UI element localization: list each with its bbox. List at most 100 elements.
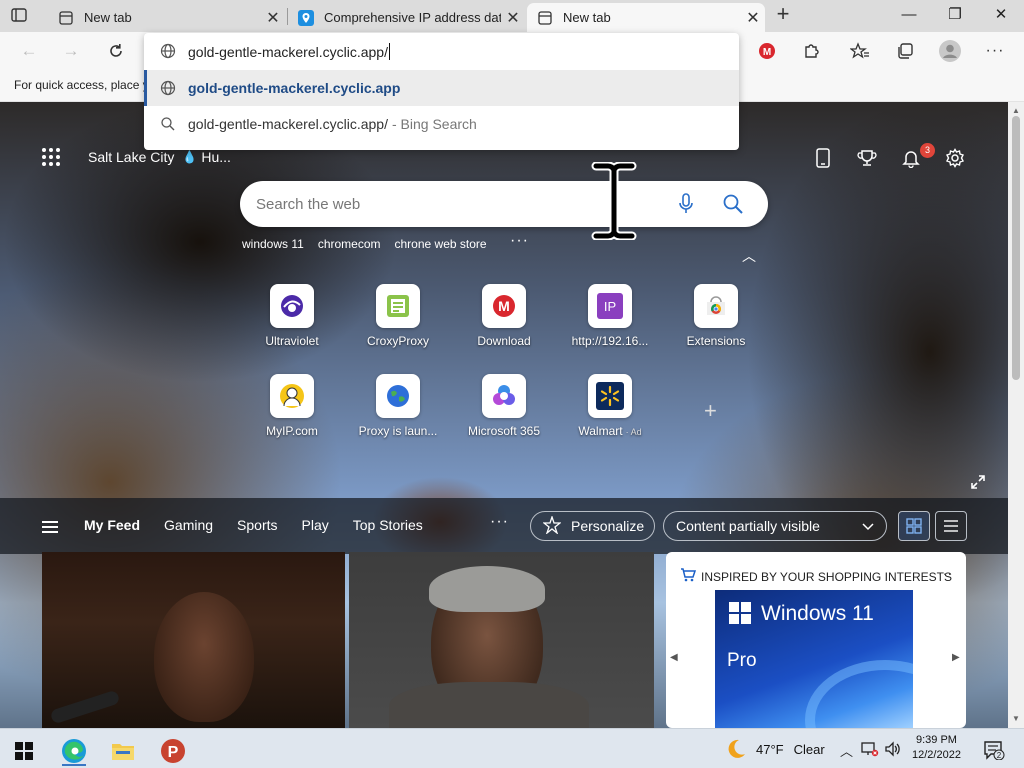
taskbar-clock[interactable]: 9:39 PM 12/2/2022 [912, 733, 961, 763]
suggestion-bing-search[interactable]: gold-gentle-mackerel.cyclic.app/ - Bing … [144, 106, 739, 142]
new-tab-button[interactable]: + [772, 3, 794, 26]
quick-link-proxy[interactable]: Proxy is laun... [348, 374, 448, 438]
mega-icon: M [759, 43, 775, 59]
content-visibility-dropdown[interactable]: Content partially visible [663, 511, 887, 541]
tab-close-icon[interactable]: ✕ [501, 8, 525, 28]
microphone-icon[interactable] [678, 193, 694, 220]
moon-weather-icon[interactable] [724, 737, 748, 766]
feed-tab-sports[interactable]: Sports [237, 517, 277, 533]
favorites-button[interactable] [847, 38, 873, 64]
trending-searches: windows 11 chromecom chrone web store [242, 237, 487, 251]
quick-link-croxyproxy[interactable]: CroxyProxy [348, 284, 448, 348]
mega-extension-button[interactable]: M [754, 38, 780, 64]
tab-title: New tab [563, 10, 611, 25]
feed-more-button[interactable]: ··· [490, 513, 509, 531]
quick-link-ultraviolet[interactable]: Ultraviolet [242, 284, 342, 348]
svg-text:M: M [763, 47, 771, 58]
quick-link-download[interactable]: M Download [454, 284, 554, 348]
taskbar-weather[interactable]: 47°F Clear [756, 742, 825, 757]
action-center-button[interactable]: 2 [983, 740, 1005, 765]
feed-menu-hamburger-icon[interactable] [42, 521, 58, 536]
trending-more-button[interactable]: ··· [510, 232, 529, 250]
taskbar-edge[interactable] [54, 735, 94, 767]
collapse-chevron-up-icon[interactable]: ︿ [742, 246, 756, 266]
folder-icon [112, 744, 134, 760]
feed-navigation-bar: My Feed Gaming Sports Play Top Stories ·… [0, 498, 1008, 554]
windows-11-product-image[interactable]: Windows 11 Pro [715, 590, 913, 728]
carousel-next-icon[interactable]: ▶ [952, 652, 960, 663]
personalize-label: Personalize [571, 518, 645, 534]
quick-link-walmart[interactable]: Walmart · Ad [560, 374, 660, 438]
address-bar-input[interactable]: gold-gentle-mackerel.cyclic.app/ [144, 33, 739, 70]
add-quick-link-plus-icon[interactable]: + [704, 398, 717, 424]
collections-button[interactable] [892, 38, 918, 64]
tile-label: Proxy is laun... [358, 424, 438, 438]
puzzle-icon [805, 44, 819, 58]
tab-ip-data[interactable]: Comprehensive IP address data, ✕ [288, 3, 525, 32]
settings-more-button[interactable]: ··· [982, 38, 1008, 64]
search-icon[interactable] [722, 193, 744, 220]
scroll-down-arrow-icon[interactable]: ▼ [1012, 714, 1020, 723]
feed-tab-play[interactable]: Play [302, 517, 329, 533]
back-arrow-icon: ← [20, 41, 38, 60]
trending-item[interactable]: chromecom [318, 237, 381, 251]
walmart-icon [588, 374, 632, 418]
rewards-trophy-icon[interactable] [855, 146, 879, 170]
text-caret [388, 43, 390, 60]
tile-label: Download [477, 334, 531, 348]
quick-link-myip[interactable]: MyIP.com [242, 374, 342, 438]
weather-short[interactable]: Hu... [201, 149, 231, 165]
quick-link-extensions[interactable]: Extensions [666, 284, 766, 348]
restore-button[interactable]: ❐ [932, 2, 978, 30]
microsoft365-icon [482, 374, 526, 418]
taskbar-file-explorer[interactable] [103, 735, 143, 767]
volume-icon[interactable] [884, 741, 902, 760]
tab-close-icon[interactable]: ✕ [261, 8, 285, 28]
grid-layout-button[interactable] [898, 511, 930, 541]
tile-label: http://192.16... [571, 334, 649, 348]
tab-new-tab-active[interactable]: New tab ✕ [527, 3, 765, 32]
forward-button[interactable]: → [58, 38, 84, 64]
close-window-button[interactable]: ✕ [978, 2, 1024, 30]
news-card-image[interactable] [42, 552, 345, 728]
taskbar-pia-app[interactable]: P [153, 735, 193, 767]
back-button[interactable]: ← [16, 38, 42, 64]
start-button[interactable] [4, 735, 44, 767]
quick-link-ip[interactable]: IP http://192.16... [560, 284, 660, 348]
list-layout-button[interactable] [935, 511, 967, 541]
feed-tab-gaming[interactable]: Gaming [164, 517, 213, 533]
scrollbar-thumb[interactable] [1012, 116, 1020, 380]
personalize-button[interactable]: Personalize [530, 511, 655, 541]
quick-link-microsoft-365[interactable]: Microsoft 365 [454, 374, 554, 438]
minimize-button[interactable]: — [886, 2, 932, 30]
suggestion-url[interactable]: gold-gentle-mackerel.cyclic.app [144, 70, 739, 106]
profile-button[interactable] [937, 38, 963, 64]
shopping-more-button[interactable]: ··· [938, 565, 952, 581]
page-scrollbar[interactable]: ▲ ▼ [1008, 102, 1024, 728]
trending-item[interactable]: chrone web store [395, 237, 487, 251]
refresh-button[interactable] [103, 38, 129, 64]
tab-actions-button[interactable] [10, 6, 38, 26]
page-settings-gear-icon[interactable] [943, 146, 967, 170]
newtab-icon [58, 10, 74, 26]
tab-close-icon[interactable]: ✕ [741, 8, 765, 28]
tile-label: Extensions [686, 334, 746, 348]
chevron-down-icon [862, 518, 874, 534]
web-search-box[interactable]: Search the web [240, 181, 768, 227]
feed-tab-top-stories[interactable]: Top Stories [353, 517, 423, 533]
location-label[interactable]: Salt Lake City [88, 149, 174, 165]
extensions-button[interactable] [798, 38, 824, 64]
news-card-image[interactable] [349, 552, 654, 728]
carousel-prev-icon[interactable]: ◀ [670, 652, 678, 663]
phone-icon[interactable] [811, 146, 835, 170]
trending-item[interactable]: windows 11 [242, 237, 304, 251]
new-tab-page: Salt Lake City 💧 Hu... 3 Search the web … [0, 102, 1008, 728]
shopping-card[interactable]: INSPIRED BY YOUR SHOPPING INTERESTS ··· … [666, 552, 966, 728]
tab-new-tab-1[interactable]: New tab ✕ [48, 3, 285, 32]
feed-tab-my-feed[interactable]: My Feed [84, 517, 140, 533]
show-hidden-icons-chevron-up-icon[interactable]: ︿ [840, 741, 853, 760]
scroll-up-arrow-icon[interactable]: ▲ [1012, 106, 1020, 115]
network-icon[interactable] [861, 741, 879, 760]
expand-icon[interactable] [970, 474, 986, 495]
app-launcher-icon[interactable] [42, 148, 60, 166]
